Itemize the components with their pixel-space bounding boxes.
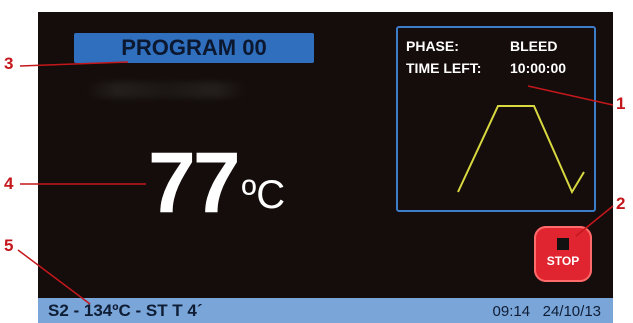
callout-line-1 <box>527 85 614 106</box>
callout-line-5 <box>17 249 91 305</box>
callout-line-2 <box>575 205 614 237</box>
callout-line-3 <box>19 61 129 67</box>
callout-lines <box>17 61 614 305</box>
